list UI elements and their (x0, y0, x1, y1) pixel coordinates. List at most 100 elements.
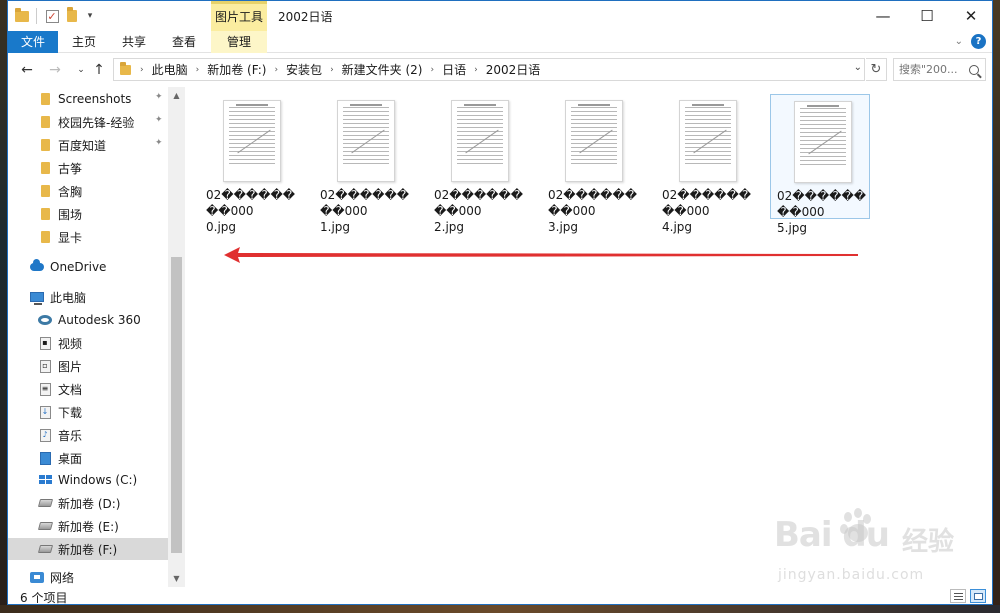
breadcrumb-japanese[interactable]: 日语 (442, 61, 466, 78)
nav-item-network[interactable]: 网络 (8, 566, 168, 588)
breadcrumb-drive-f[interactable]: 新加卷 (F:) (207, 61, 266, 78)
new-folder-icon[interactable] (64, 7, 80, 24)
back-arrow-icon[interactable]: ← (18, 61, 36, 79)
forward-arrow-icon[interactable]: → (46, 61, 64, 79)
nav-item-screenshots[interactable]: Screenshots ✦ (8, 88, 168, 110)
image-thumbnail (451, 100, 509, 182)
file-item-selected[interactable]: 02��������000 5.jpg (770, 94, 870, 235)
image-thumbnail (794, 101, 852, 183)
nav-item-drive-f[interactable]: 新加卷 (F:) (8, 538, 168, 560)
up-arrow-icon[interactable]: ↑ (90, 61, 108, 79)
breadcrumb-separator-icon[interactable]: › (140, 65, 144, 75)
drive-icon (37, 496, 53, 510)
nav-label: 图片 (58, 359, 83, 374)
search-box[interactable] (893, 58, 986, 81)
minimize-button[interactable]: — (860, 1, 906, 31)
breadcrumb-separator-icon[interactable]: › (196, 65, 200, 75)
nav-item-drive-d[interactable]: 新加卷 (D:) (8, 492, 168, 514)
cloud-icon (30, 259, 44, 274)
folder-icon (38, 161, 52, 175)
breadcrumb-separator-icon[interactable]: › (330, 65, 334, 75)
folder-icon (14, 7, 30, 24)
nav-item-campus-pioneer[interactable]: 校园先锋-经验 ✦ (8, 111, 168, 133)
recent-locations-chevron-icon[interactable]: ⌄ (72, 61, 90, 79)
nav-item-onedrive[interactable]: OneDrive (8, 256, 168, 278)
address-row: ← → ⌄ ↑ › 此电脑 › 新加卷 (F:) › 安装包 › 新建文件夹 (… (8, 54, 992, 86)
expand-ribbon-chevron-icon[interactable]: ⌄ (955, 36, 963, 47)
nav-label: 桌面 (58, 451, 83, 466)
search-icon[interactable] (969, 64, 979, 75)
nav-item-this-pc[interactable]: 此电脑 (8, 286, 168, 308)
nav-item-baidu-zhidao[interactable]: 百度知道 ✦ (8, 134, 168, 156)
drive-icon (37, 542, 53, 556)
file-item[interactable]: 02��������000 1.jpg (314, 94, 414, 234)
drive-icon (37, 519, 53, 533)
nav-item-weichang[interactable]: 围场 (8, 203, 168, 225)
nav-item-pictures[interactable]: ▫ 图片 (8, 355, 168, 377)
nav-label: 新加卷 (D:) (58, 496, 121, 511)
tab-home[interactable]: 主页 (64, 31, 104, 53)
nav-item-hanxiong[interactable]: 含胸 (8, 180, 168, 202)
nav-label: 此电脑 (50, 290, 87, 305)
customize-toolbar-dropdown[interactable]: ▾ (82, 8, 98, 24)
properties-icon[interactable]: ✓ (44, 8, 60, 24)
nav-item-videos[interactable]: ▪ 视频 (8, 332, 168, 354)
tab-view[interactable]: 查看 (164, 31, 204, 53)
breadcrumb-this-pc[interactable]: 此电脑 (152, 61, 188, 78)
breadcrumb-separator-icon[interactable]: › (274, 65, 278, 75)
nav-label: Screenshots (58, 92, 132, 106)
help-icon[interactable]: ? (971, 34, 986, 49)
search-input[interactable] (899, 63, 967, 76)
file-name: 02��������000 2.jpg (434, 188, 524, 234)
image-thumbnail (223, 100, 281, 182)
file-name: 02��������000 1.jpg (320, 188, 410, 234)
nav-item-documents[interactable]: ≡ 文档 (8, 378, 168, 400)
nav-item-graphics-card[interactable]: 显卡 (8, 226, 168, 248)
nav-item-guzheng[interactable]: 古筝 (8, 157, 168, 179)
close-button[interactable]: ✕ (948, 1, 992, 31)
file-item[interactable]: 02��������000 2.jpg (428, 94, 528, 234)
nav-item-autodesk-360[interactable]: Autodesk 360 (8, 309, 168, 331)
baidu-watermark: Bai du 经验 jingyan.baidu.com (774, 507, 974, 592)
image-thumbnail (565, 100, 623, 182)
nav-label: 百度知道 (58, 138, 107, 153)
nav-label: 网络 (50, 570, 75, 585)
picture-tools-tab[interactable]: 图片工具 (211, 1, 267, 31)
scroll-thumb[interactable] (171, 257, 182, 553)
nav-item-drive-e[interactable]: 新加卷 (E:) (8, 515, 168, 537)
nav-item-desktop[interactable]: 桌面 (8, 447, 168, 469)
breadcrumb-separator-icon[interactable]: › (474, 65, 478, 75)
breadcrumb-separator-icon[interactable]: › (431, 65, 435, 75)
tab-manage[interactable]: 管理 (211, 31, 267, 53)
nav-label: 校园先锋-经验 (58, 115, 135, 130)
nav-item-music[interactable]: ♪ 音乐 (8, 424, 168, 446)
scroll-down-arrow-icon[interactable]: ▼ (168, 570, 185, 587)
refresh-icon[interactable]: ↻ (866, 58, 887, 81)
scroll-up-arrow-icon[interactable]: ▲ (168, 87, 185, 104)
breadcrumb-new-folder-2[interactable]: 新建文件夹 (2) (342, 61, 423, 78)
item-count: 6 个项目 (20, 591, 68, 605)
address-dropdown-chevron-icon[interactable]: ⌄ (854, 62, 862, 73)
tab-share[interactable]: 共享 (114, 31, 154, 53)
pin-icon: ✦ (155, 115, 163, 125)
nav-label: 文档 (58, 382, 83, 397)
nav-label: 下载 (58, 405, 83, 420)
explorer-window: ✓ ▾ 图片工具 2002日语 — ☐ ✕ 文件 主页 共享 查看 管理 ⌄ ?… (7, 0, 993, 605)
address-bar[interactable]: › 此电脑 › 新加卷 (F:) › 安装包 › 新建文件夹 (2) › 日语 … (113, 58, 865, 81)
file-item[interactable]: 02��������000 0.jpg (200, 94, 300, 234)
file-item[interactable]: 02��������000 3.jpg (542, 94, 642, 234)
network-icon (30, 570, 44, 584)
breadcrumb-installers[interactable]: 安装包 (286, 61, 322, 78)
tab-file[interactable]: 文件 (8, 31, 58, 53)
breadcrumb-2002-japanese[interactable]: 2002日语 (486, 61, 541, 78)
file-item[interactable]: 02��������000 4.jpg (656, 94, 756, 234)
title-bar: ✓ ▾ 图片工具 2002日语 — ☐ ✕ (8, 1, 992, 31)
nav-label: 含胸 (58, 184, 83, 199)
ribbon-tabs: 文件 主页 共享 查看 管理 ⌄ ? (8, 31, 992, 53)
annotation-arrow (224, 247, 858, 263)
nav-item-downloads[interactable]: ↓ 下载 (8, 401, 168, 423)
nav-scrollbar[interactable]: ▲ ▼ (168, 87, 185, 587)
nav-item-drive-c[interactable]: Windows (C:) (8, 469, 168, 491)
windows-drive-icon (38, 473, 52, 487)
maximize-button[interactable]: ☐ (904, 1, 950, 31)
